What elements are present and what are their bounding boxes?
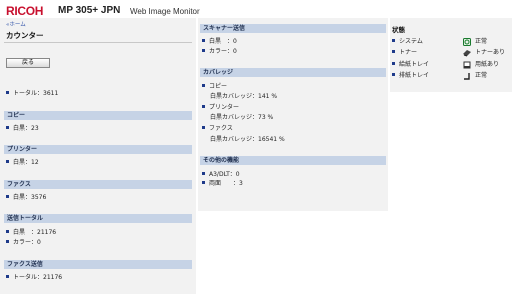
- fax-send-total-row: トータル：21176: [6, 274, 62, 282]
- section-scanner-send-header: スキャナー送信: [200, 24, 386, 33]
- printer-bw-row: 白黒：12: [6, 159, 39, 167]
- status-toner-value: トナーあり: [475, 49, 506, 56]
- status-input-tray-label-row: 給紙トレイ: [392, 61, 429, 69]
- bullet-icon: [392, 39, 395, 42]
- bullet-icon: [6, 240, 9, 243]
- coverage-printer-label: プリンター: [209, 104, 240, 111]
- section-other-header: その他の機能: [200, 156, 386, 165]
- copy-bw-value: 白黒：23: [13, 125, 39, 132]
- status-output-tray-label: 排紙トレイ: [399, 72, 430, 79]
- bullet-icon: [202, 84, 205, 87]
- status-toner-label-row: トナー: [392, 49, 417, 57]
- status-output-tray-value: 正常: [475, 72, 488, 79]
- total-row: トータル：3611: [6, 90, 58, 98]
- scanner-color-row: カラー：0: [202, 48, 237, 56]
- fax-bw-row: 白黒：3576: [6, 194, 46, 202]
- coverage-fax-value: 白黒カバレッジ：16541 %: [210, 136, 285, 143]
- section-coverage-header: カバレッジ: [200, 68, 386, 77]
- fax-bw-value: 白黒：3576: [13, 194, 47, 201]
- printer-bw-value: 白黒：12: [13, 159, 39, 166]
- bullet-icon: [202, 105, 205, 108]
- send-total-bw-row: 白黒 ：21176: [6, 229, 56, 237]
- bullet-icon: [392, 62, 395, 65]
- bullet-icon: [6, 160, 9, 163]
- section-copy-header: コピー: [4, 111, 192, 120]
- bullet-icon: [202, 39, 205, 42]
- send-total-bw-value: 白黒 ：21176: [13, 229, 57, 236]
- bullet-icon: [392, 50, 395, 53]
- coverage-copy-value: 白黒カバレッジ：141 %: [210, 93, 278, 100]
- ricoh-logo: RICOH: [6, 4, 44, 18]
- fax-send-total-value: トータル：21176: [13, 274, 63, 281]
- bullet-icon: [392, 73, 395, 76]
- other-a3-value: A3/DLT：0: [209, 171, 240, 178]
- bullet-icon: [6, 275, 9, 278]
- status-input-tray-value: 用紙あり: [475, 61, 500, 68]
- bullet-icon: [202, 126, 205, 129]
- paper-icon: [463, 61, 471, 69]
- other-duplex-value: 両面 ：3: [209, 180, 243, 187]
- total-value: トータル：3611: [13, 90, 59, 97]
- model-name: MP 305+ JPN: [58, 5, 121, 16]
- scanner-bw-row: 白黒 ：0: [202, 38, 237, 46]
- coverage-copy-label-row: コピー: [202, 83, 227, 91]
- section-send-total-header: 送信トータル: [4, 214, 192, 223]
- status-title: 状態: [392, 26, 405, 34]
- back-button[interactable]: 戻る: [6, 58, 50, 68]
- other-a3-row: A3/DLT：0: [202, 171, 240, 179]
- app-title: Web Image Monitor: [130, 7, 200, 16]
- coverage-printer-label-row: プリンター: [202, 104, 239, 112]
- send-total-color-value: カラー：0: [13, 239, 41, 246]
- bullet-icon: [202, 49, 205, 52]
- section-fax-send-header: ファクス送信: [4, 260, 192, 269]
- bullet-icon: [202, 172, 205, 175]
- header: RICOH MP 305+ JPN Web Image Monitor: [0, 0, 512, 18]
- page-title: カウンター: [6, 31, 44, 40]
- counter-panel: «ホーム カウンター 戻る: [0, 18, 196, 294]
- output-tray-icon: [464, 73, 470, 80]
- copy-bw-row: 白黒：23: [6, 125, 39, 133]
- status-input-tray-label: 給紙トレイ: [399, 61, 430, 68]
- status-ok-icon: [463, 38, 471, 46]
- status-toner-label: トナー: [399, 49, 418, 56]
- send-total-color-row: カラー：0: [6, 239, 41, 247]
- title-divider: [4, 42, 192, 43]
- bullet-icon: [6, 195, 9, 198]
- coverage-printer-value: 白黒カバレッジ：73 %: [210, 114, 274, 121]
- breadcrumb-home-link[interactable]: «ホーム: [6, 20, 26, 28]
- scanner-color-value: カラー：0: [209, 48, 237, 55]
- section-printer-header: プリンター: [4, 145, 192, 154]
- other-duplex-row: 両面 ：3: [202, 180, 243, 188]
- coverage-copy-label: コピー: [209, 83, 228, 90]
- status-system-value: 正常: [475, 38, 488, 45]
- bullet-icon: [202, 181, 205, 184]
- section-fax-header: ファクス: [4, 180, 192, 189]
- bullet-icon: [6, 91, 9, 94]
- status-system-label: システム: [399, 38, 423, 45]
- status-system-label-row: システム: [392, 38, 423, 46]
- status-output-tray-label-row: 排紙トレイ: [392, 72, 429, 80]
- toner-icon: [463, 50, 471, 57]
- coverage-fax-label-row: ファクス: [202, 125, 233, 133]
- bullet-icon: [6, 126, 9, 129]
- bullet-icon: [6, 230, 9, 233]
- coverage-fax-label: ファクス: [209, 125, 233, 132]
- scanner-bw-value: 白黒 ：0: [209, 38, 237, 45]
